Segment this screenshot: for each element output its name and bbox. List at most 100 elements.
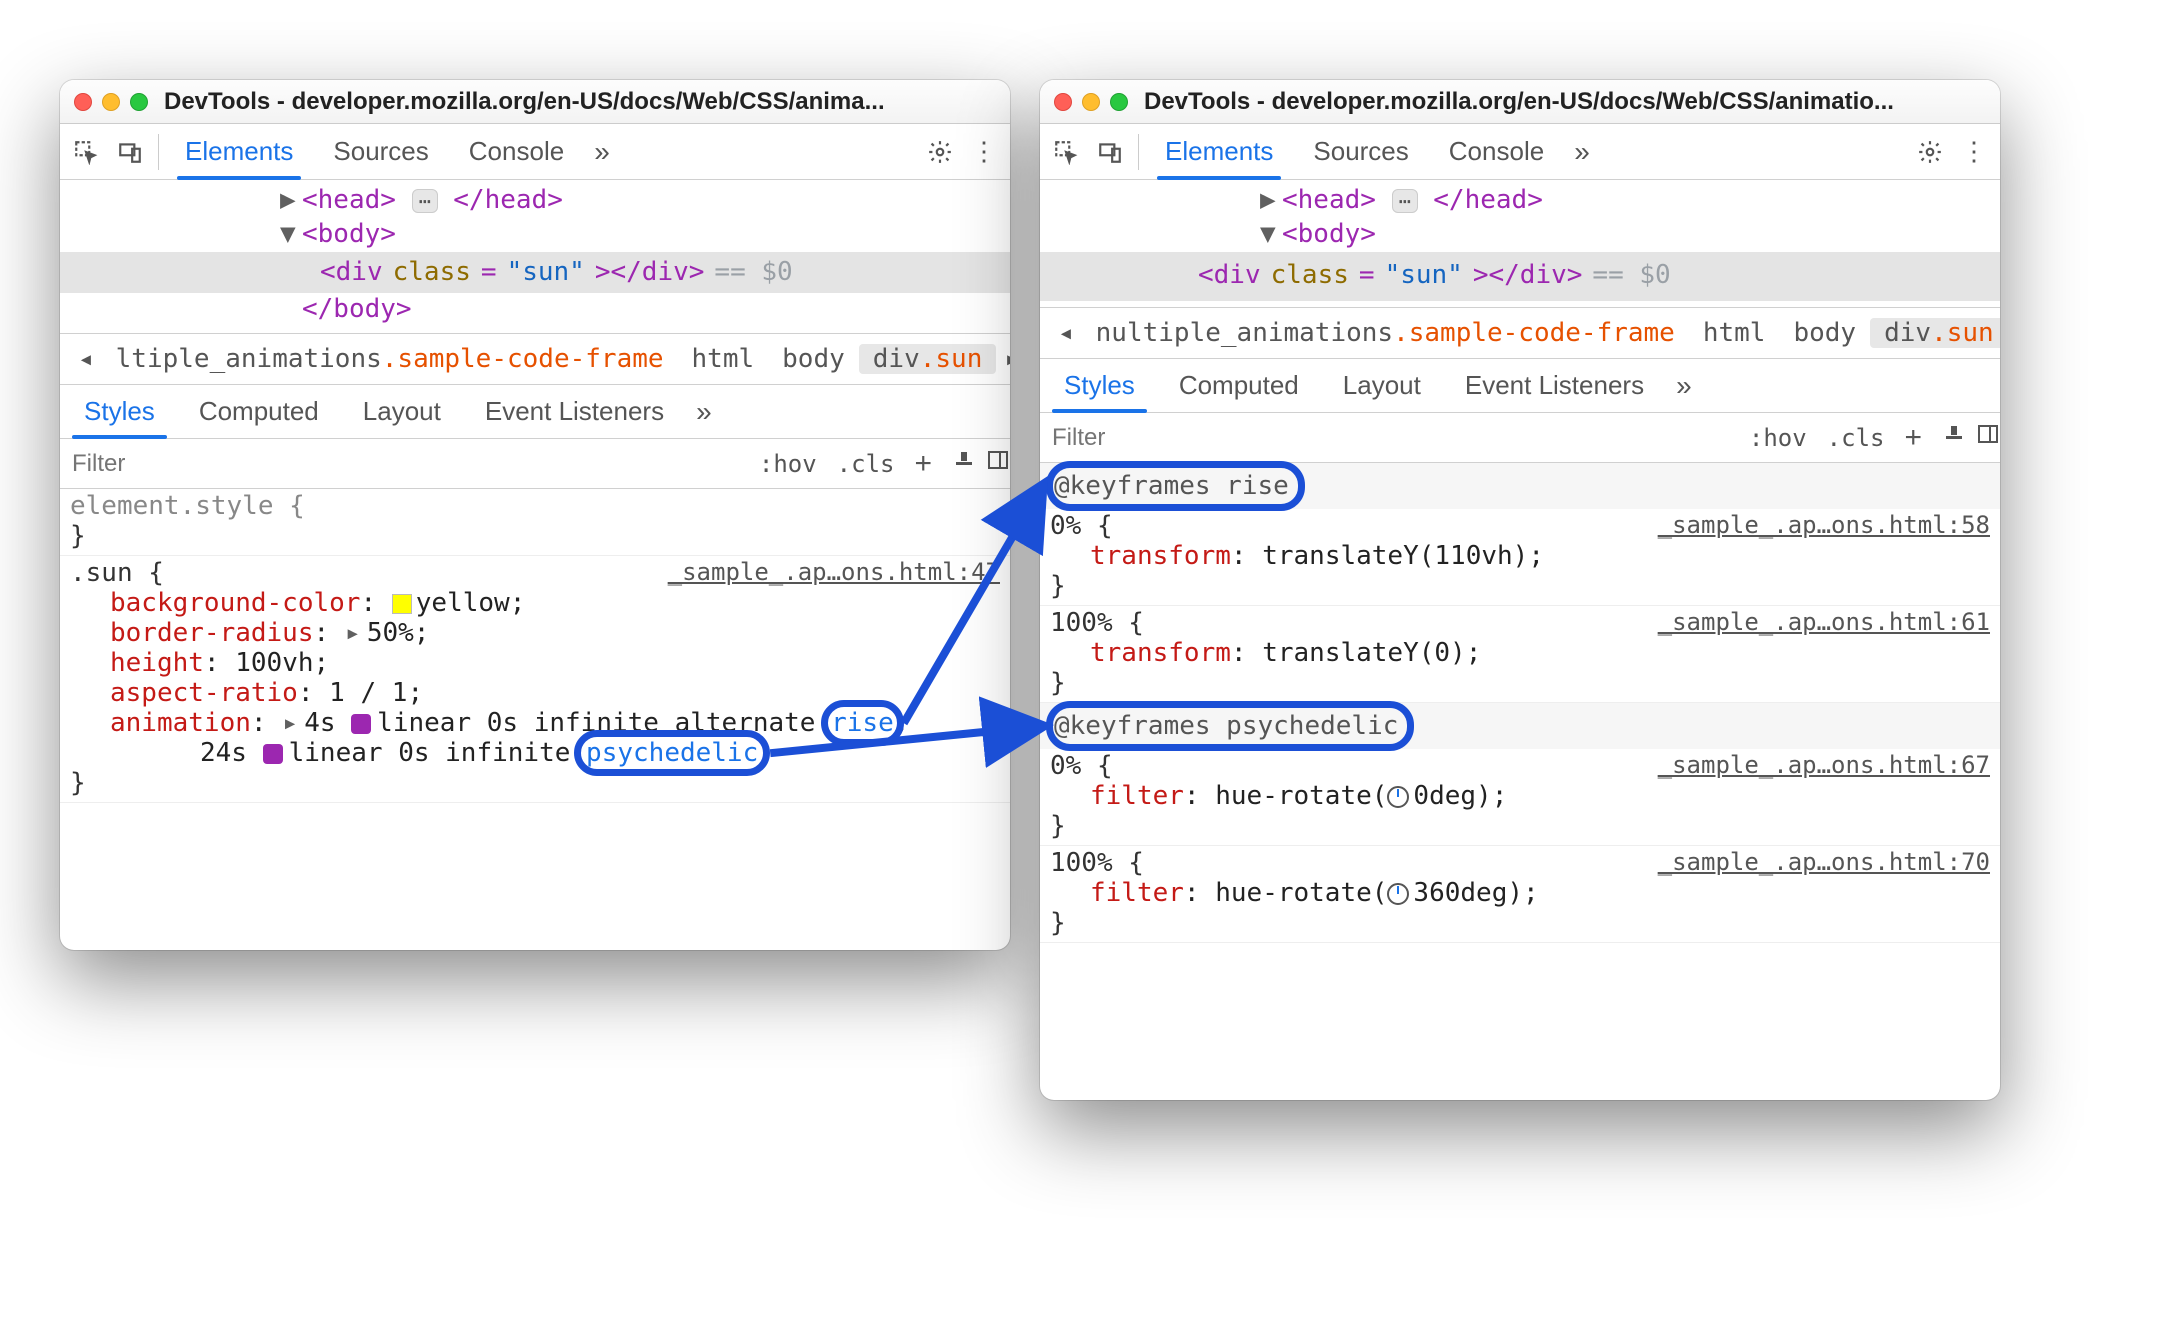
tab-sources[interactable]: Sources	[315, 124, 446, 179]
inspect-icon[interactable]	[66, 132, 106, 172]
computed-pane-icon[interactable]	[1966, 422, 2000, 453]
more-subtabs-icon[interactable]: »	[688, 396, 720, 428]
angle-icon[interactable]	[1387, 883, 1409, 905]
zoom-icon[interactable]	[1110, 93, 1128, 111]
dom-tree[interactable]: ▶<head> ⋯ </head> ▼<body> <div class="su…	[60, 180, 1010, 333]
subtab-styles[interactable]: Styles	[64, 385, 175, 438]
crumb-leaf[interactable]: div.sun	[1870, 318, 2000, 348]
filter-row: :hov .cls +	[1040, 413, 2000, 463]
chevron-right-icon[interactable]: ▸	[996, 344, 1010, 374]
gear-icon[interactable]	[920, 132, 960, 172]
more-tabs-icon[interactable]: »	[586, 136, 618, 168]
filter-input[interactable]	[1040, 413, 1739, 462]
source-link[interactable]: _sample_.ap…ons.html:67	[1658, 751, 1990, 779]
subtab-listeners[interactable]: Event Listeners	[1445, 359, 1664, 412]
styles-pane[interactable]: @keyframes rise _sample_.ap…ons.html:58 …	[1040, 463, 2000, 943]
new-rule-button[interactable]: +	[904, 447, 942, 481]
hov-button[interactable]: :hov	[1739, 424, 1817, 452]
cls-button[interactable]: .cls	[1817, 424, 1895, 452]
crumb-body[interactable]: body	[768, 344, 859, 374]
keyframes-header-rise[interactable]: @keyframes rise	[1040, 463, 2000, 509]
dom-tree[interactable]: ▶<head> ⋯ </head> ▼<body> ⋯ <div class="…	[1040, 180, 2000, 307]
chevron-left-icon[interactable]: ◂	[1050, 318, 1082, 348]
keyframes-link-rise[interactable]: rise	[831, 708, 894, 738]
filter-input[interactable]	[60, 439, 749, 488]
tab-console[interactable]: Console	[451, 124, 582, 179]
kebab-icon[interactable]: ⋮	[964, 132, 1004, 172]
brush-icon[interactable]	[942, 448, 976, 479]
easing-icon[interactable]	[263, 744, 283, 764]
subtab-layout[interactable]: Layout	[343, 385, 461, 438]
crumb-html[interactable]: html	[1689, 318, 1780, 348]
expand-icon[interactable]: ▸	[345, 618, 367, 648]
dom-head[interactable]: ▶<head> ⋯ </head>	[60, 184, 1010, 218]
keyframes-header-psychedelic[interactable]: @keyframes psychedelic	[1040, 703, 2000, 749]
subtab-styles[interactable]: Styles	[1044, 359, 1155, 412]
brush-icon[interactable]	[1932, 422, 1966, 453]
styles-subtabs: Styles Computed Layout Event Listeners »	[1040, 359, 2000, 413]
close-icon[interactable]	[74, 93, 92, 111]
device-toggle-icon[interactable]	[110, 132, 150, 172]
close-icon[interactable]	[1054, 93, 1072, 111]
crumb-body[interactable]: body	[1779, 318, 1870, 348]
styles-pane[interactable]: element.style { } _sample_.ap…ons.html:4…	[60, 489, 1010, 803]
collapse-icon[interactable]: ▼	[280, 218, 302, 252]
zoom-icon[interactable]	[130, 93, 148, 111]
more-tabs-icon[interactable]: »	[1566, 136, 1598, 168]
breadcrumb[interactable]: ◂ nultiple_animations.sample-code-frame …	[1040, 307, 2000, 359]
source-link[interactable]: _sample_.ap…ons.html:58	[1658, 511, 1990, 539]
cls-button[interactable]: .cls	[827, 450, 905, 478]
source-link[interactable]: _sample_.ap…ons.html:61	[1658, 608, 1990, 636]
new-rule-button[interactable]: +	[1894, 421, 1932, 455]
dom-body-open[interactable]: ▼<body>	[1040, 218, 2000, 252]
dom-head[interactable]: ▶<head> ⋯ </head>	[1040, 184, 2000, 218]
keyframes-link-psychedelic[interactable]: psychedelic	[586, 738, 758, 768]
rule-psy-100[interactable]: _sample_.ap…ons.html:70 100% { filter: h…	[1040, 846, 2000, 943]
eq0-badge: == $0	[714, 256, 792, 290]
expand-icon[interactable]: ▸	[282, 708, 304, 738]
subtab-computed[interactable]: Computed	[1159, 359, 1319, 412]
color-swatch-icon[interactable]	[392, 594, 412, 614]
ellipsis-icon[interactable]: ⋯	[412, 189, 438, 213]
crumb-leaf[interactable]: div.sun	[859, 344, 997, 374]
breadcrumb[interactable]: ◂ ltiple_animations.sample-code-frame ht…	[60, 333, 1010, 385]
tab-sources[interactable]: Sources	[1295, 124, 1426, 179]
kebab-icon[interactable]: ⋮	[1954, 132, 1994, 172]
dom-selected-div[interactable]: <div class="sun"></div> == $0	[60, 252, 1010, 294]
crumb-frame[interactable]: nultiple_animations.sample-code-frame	[1082, 318, 1689, 348]
subtab-layout[interactable]: Layout	[1323, 359, 1441, 412]
source-link[interactable]: _sample_.ap…ons.html:70	[1658, 848, 1990, 876]
rule-psy-0[interactable]: _sample_.ap…ons.html:67 0% { filter: hue…	[1040, 749, 2000, 846]
rule-rise-100[interactable]: _sample_.ap…ons.html:61 100% { transform…	[1040, 606, 2000, 703]
easing-icon[interactable]	[351, 714, 371, 734]
crumb-frame[interactable]: ltiple_animations.sample-code-frame	[102, 344, 678, 374]
minimize-icon[interactable]	[102, 93, 120, 111]
subtab-computed[interactable]: Computed	[179, 385, 339, 438]
subtab-listeners[interactable]: Event Listeners	[465, 385, 684, 438]
rule-sun[interactable]: _sample_.ap…ons.html:47 .sun { backgroun…	[60, 556, 1010, 803]
minimize-icon[interactable]	[1082, 93, 1100, 111]
chevron-left-icon[interactable]: ◂	[70, 344, 102, 374]
gear-icon[interactable]	[1910, 132, 1950, 172]
dom-body-open[interactable]: ▼<body>	[60, 218, 1010, 252]
hov-button[interactable]: :hov	[749, 450, 827, 478]
expand-icon[interactable]: ▶	[1260, 184, 1282, 218]
device-toggle-icon[interactable]	[1090, 132, 1130, 172]
rule-element-style[interactable]: element.style { }	[60, 489, 1010, 556]
window-title: DevTools - developer.mozilla.org/en-US/d…	[164, 88, 996, 116]
dom-body-close[interactable]: </body>	[60, 293, 1010, 327]
tab-elements[interactable]: Elements	[167, 124, 311, 179]
more-subtabs-icon[interactable]: »	[1668, 370, 1700, 402]
inspect-icon[interactable]	[1046, 132, 1086, 172]
computed-pane-icon[interactable]	[976, 448, 1010, 479]
rule-rise-0[interactable]: _sample_.ap…ons.html:58 0% { transform: …	[1040, 509, 2000, 606]
dom-selected-div[interactable]: ⋯ <div class="sun"></div> == $0	[1040, 252, 2000, 302]
source-link[interactable]: _sample_.ap…ons.html:47	[668, 558, 1000, 586]
expand-icon[interactable]: ▶	[280, 184, 302, 218]
angle-icon[interactable]	[1387, 786, 1409, 808]
ellipsis-icon[interactable]: ⋯	[1392, 189, 1418, 213]
tab-console[interactable]: Console	[1431, 124, 1562, 179]
crumb-html[interactable]: html	[678, 344, 769, 374]
tab-elements[interactable]: Elements	[1147, 124, 1291, 179]
collapse-icon[interactable]: ▼	[1260, 218, 1282, 252]
